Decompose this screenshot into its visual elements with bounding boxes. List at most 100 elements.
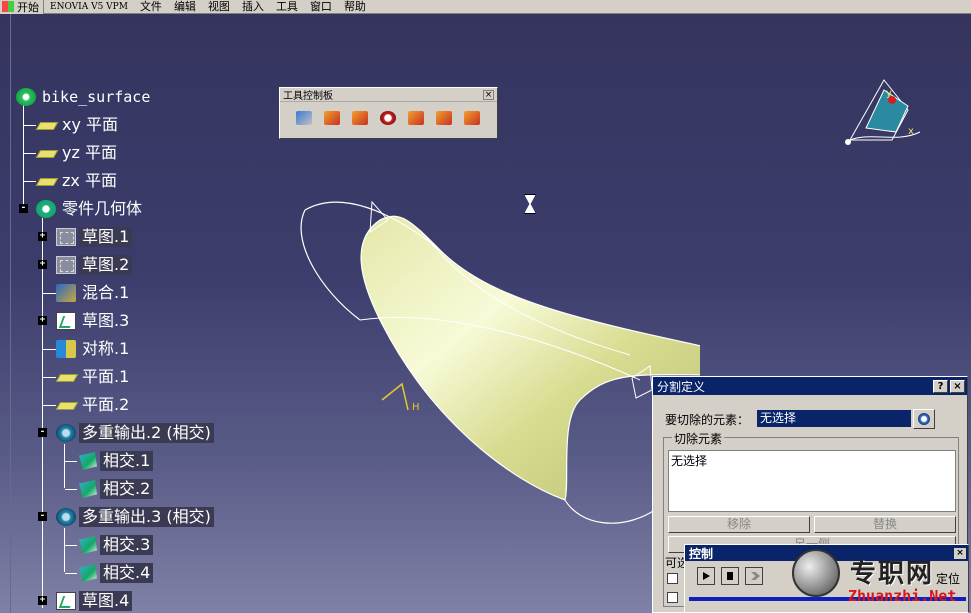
symmetry-icon — [56, 340, 76, 358]
menu-insert[interactable]: 插入 — [236, 0, 270, 14]
collapse-multi-output-2[interactable]: - — [38, 428, 47, 437]
tree-item-xy-plane[interactable]: xy 平面 — [36, 114, 121, 136]
tree-item-label: 混合.1 — [82, 283, 130, 302]
tree-item-label: 零件几何体 — [62, 199, 143, 218]
option-checkbox-1[interactable] — [667, 573, 678, 584]
sketch-icon — [56, 228, 76, 246]
zoom-tool-icon[interactable] — [378, 108, 398, 128]
dialog-titlebar[interactable]: 分割定义 ? × — [653, 377, 967, 395]
tree-item-intersect-2[interactable]: 相交.2 — [77, 478, 154, 500]
start-menu[interactable]: 开始 — [0, 0, 44, 14]
menu-view[interactable]: 视图 — [202, 0, 236, 14]
tree-item-intersect-3[interactable]: 相交.3 — [77, 534, 154, 556]
plane-icon — [56, 368, 76, 386]
tree-item-label: 草图.2 — [79, 255, 133, 275]
menu-enovia[interactable]: ENOVIA V5 VPM — [44, 0, 134, 14]
tree-item-label: 平面.1 — [82, 367, 130, 386]
option-checkbox-2[interactable] — [667, 592, 678, 603]
tree-item-symmetry-1[interactable]: 对称.1 — [56, 338, 132, 360]
tree-branch — [24, 181, 36, 182]
select-tool-icon[interactable] — [294, 108, 314, 128]
fast-forward-icon[interactable] — [745, 567, 763, 585]
tree-item-intersect-4[interactable]: 相交.4 — [77, 562, 154, 584]
tree-item-zx-plane[interactable]: zx 平面 — [36, 170, 120, 192]
tree-item-sketch-2[interactable]: 草图.2 — [56, 254, 133, 276]
tree-root[interactable]: bike_surface — [16, 86, 153, 108]
intersect-icon — [79, 480, 97, 498]
element-select-button[interactable] — [913, 409, 935, 429]
tree-item-sketch-3[interactable]: 草图.3 — [56, 310, 132, 332]
album-tool-icon[interactable] — [462, 108, 482, 128]
tree-item-label: 多重输出.2 (相交) — [79, 423, 214, 443]
watermark: 专职网 Zhuanzhi.Net — [792, 549, 971, 613]
tree-item-label: yz 平面 — [62, 143, 117, 162]
tree-item-sketch-1[interactable]: 草图.1 — [56, 226, 133, 248]
tree-item-label: 草图.4 — [79, 591, 133, 611]
tree-item-label: 相交.3 — [100, 535, 154, 555]
list-item[interactable]: 无选择 — [671, 452, 953, 469]
menu-window[interactable]: 窗口 — [304, 0, 338, 14]
tree-line-mo2 — [64, 444, 65, 488]
image-tool-icon[interactable] — [434, 108, 454, 128]
compass-y-label: y — [886, 88, 892, 99]
play-icon[interactable] — [697, 567, 715, 585]
profile-curve-2 — [300, 209, 361, 321]
part-body-icon — [36, 200, 56, 218]
tree-item-sketch-4[interactable]: 草图.4 — [56, 590, 133, 612]
tool-panel-close-button[interactable]: × — [483, 89, 494, 100]
folder-tool-icon[interactable] — [322, 108, 342, 128]
tree-branch — [65, 461, 77, 462]
tool-control-panel[interactable]: 工具控制板 × — [279, 87, 498, 139]
geometry-viewport[interactable] — [280, 180, 700, 540]
watermark-cn-text: 专职网 — [850, 559, 935, 589]
blend-icon — [56, 284, 76, 302]
tree-item-blend-1[interactable]: 混合.1 — [56, 282, 132, 304]
tree-branch — [43, 293, 56, 294]
dialog-title: 分割定义 — [657, 379, 706, 394]
expand-sketch-1[interactable]: + — [38, 232, 47, 241]
windows-flag-icon — [2, 1, 14, 12]
tree-branch — [65, 489, 77, 490]
watermark-ball-logo — [792, 549, 840, 597]
dialog-close-button[interactable]: × — [950, 379, 965, 393]
tree-item-intersect-1[interactable]: 相交.1 — [77, 450, 154, 472]
tree-item-part-body[interactable]: 零件几何体 — [36, 198, 145, 220]
menu-edit[interactable]: 编辑 — [168, 0, 202, 14]
menu-tools[interactable]: 工具 — [270, 0, 304, 14]
tree-item-plane-1[interactable]: 平面.1 — [56, 366, 132, 388]
replace-button[interactable]: 替换 — [814, 516, 956, 533]
part-root-icon — [16, 88, 36, 106]
plane-icon — [36, 172, 56, 190]
watermark-en-text: Zhuanzhi.Net — [848, 587, 957, 605]
tool-panel-titlebar[interactable]: 工具控制板 × — [280, 88, 497, 102]
tree-item-plane-2[interactable]: 平面.2 — [56, 394, 132, 416]
plane-icon — [36, 144, 56, 162]
tool-panel-title: 工具控制板 — [283, 91, 333, 102]
remove-button[interactable]: 移除 — [668, 516, 810, 533]
capture-tool-icon[interactable] — [350, 108, 370, 128]
magnet-tool-icon[interactable] — [406, 108, 426, 128]
tree-item-label: 相交.1 — [100, 451, 154, 471]
collapse-part-body[interactable]: - — [19, 204, 28, 213]
tree-item-multi-output-2[interactable]: 多重输出.2 (相交) — [56, 422, 214, 444]
menu-file[interactable]: 文件 — [134, 0, 168, 14]
expand-sketch-3[interactable]: + — [38, 316, 47, 325]
element-to-cut-field[interactable]: 无选择 — [757, 410, 911, 427]
expand-sketch-4[interactable]: + — [38, 596, 47, 605]
tree-item-multi-output-3[interactable]: 多重输出.3 (相交) — [56, 506, 214, 528]
expand-sketch-2[interactable]: + — [38, 260, 47, 269]
dialog-help-button[interactable]: ? — [933, 379, 948, 393]
stop-icon[interactable] — [721, 567, 739, 585]
tree-item-label: 草图.3 — [82, 311, 130, 330]
collapse-multi-output-3[interactable]: - — [38, 512, 47, 521]
cut-elements-list[interactable]: 无选择 — [668, 450, 956, 512]
compass[interactable]: y x — [836, 70, 931, 155]
tree-item-yz-plane[interactable]: yz 平面 — [36, 142, 120, 164]
tree-line-body — [42, 218, 43, 608]
tree-item-label: 平面.2 — [82, 395, 130, 414]
swept-surface — [360, 215, 700, 501]
axis-marker-label: H — [412, 402, 420, 413]
plane-icon — [56, 396, 76, 414]
menu-help[interactable]: 帮助 — [338, 0, 372, 14]
tree-item-label: 草图.1 — [79, 227, 133, 247]
